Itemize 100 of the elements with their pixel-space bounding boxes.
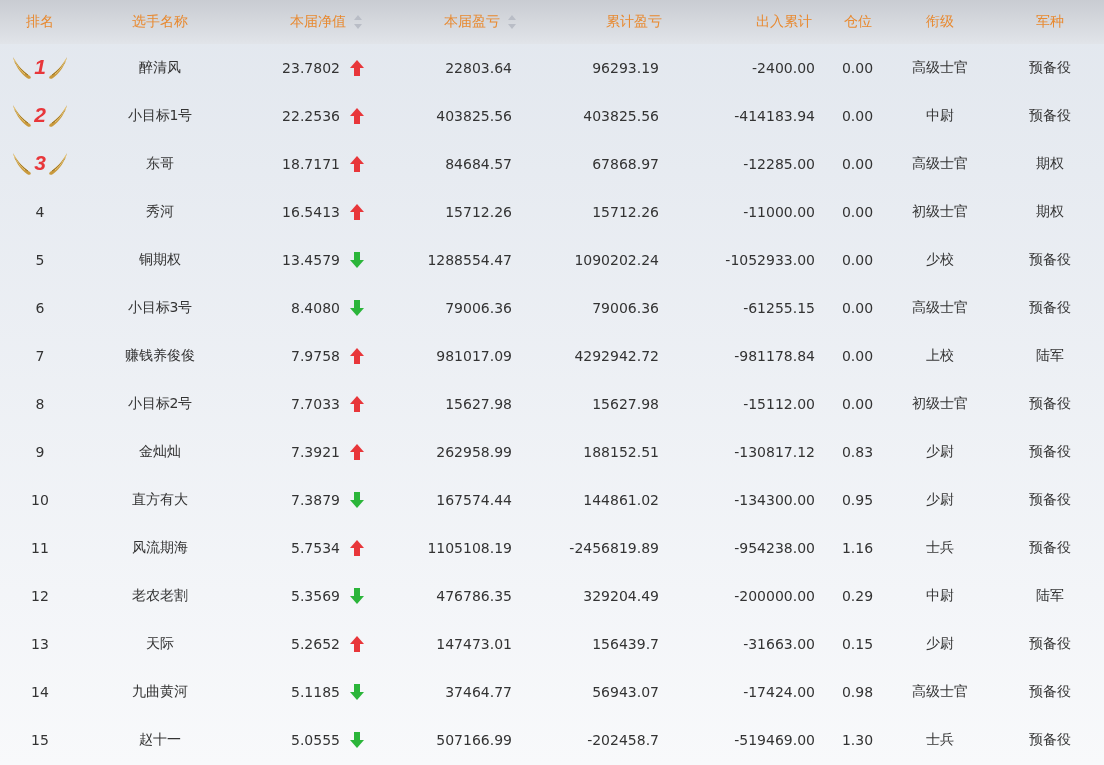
rank-title: 高级士官 (912, 155, 968, 171)
rank-number: 10 (31, 492, 49, 508)
profit-value: 22803.64 (445, 60, 512, 76)
profit-value: 167574.44 (436, 492, 512, 508)
service-branch: 预备役 (1028, 443, 1071, 459)
service-branch: 期权 (1035, 203, 1064, 219)
flow-value: -15112.00 (743, 396, 815, 412)
total-profit-value: 329204.49 (583, 588, 659, 604)
sort-icon[interactable] (508, 15, 516, 29)
profit-value: 84684.57 (445, 156, 512, 172)
total-profit-value: 4292942.72 (574, 348, 659, 364)
column-header: 选手名称 (132, 13, 188, 29)
flow-value: -31663.00 (743, 636, 815, 652)
sort-icon[interactable] (354, 15, 362, 29)
player-name: 东哥 (146, 155, 174, 171)
position-value: 0.00 (841, 108, 874, 124)
position-value: 0.00 (841, 156, 874, 172)
total-profit-value: 403825.56 (583, 108, 659, 124)
player-name: 风流期海 (132, 539, 188, 555)
column-header[interactable]: 本届净值 (290, 13, 346, 31)
total-profit-value: 15627.98 (592, 396, 659, 412)
total-profit-value: 144861.02 (583, 492, 659, 508)
service-branch: 预备役 (1028, 635, 1071, 651)
service-branch: 预备役 (1028, 491, 1071, 507)
service-branch: 预备役 (1028, 683, 1071, 699)
rank-title: 高级士官 (912, 299, 968, 315)
rank-title: 士兵 (926, 731, 954, 747)
net-value: 7.9758 (291, 348, 340, 364)
rank-number: 11 (31, 540, 49, 556)
profit-value: 981017.09 (436, 348, 512, 364)
total-profit-value: 56943.07 (592, 684, 659, 700)
rank-title: 初级士官 (912, 395, 968, 411)
net-value: 7.3921 (291, 444, 340, 460)
total-profit-value: 188152.51 (583, 444, 659, 460)
rank-number: 14 (31, 684, 49, 700)
service-branch: 预备役 (1028, 251, 1071, 267)
net-value: 5.3569 (291, 588, 340, 604)
player-name: 赵十一 (139, 731, 181, 747)
flow-value: -1052933.00 (725, 252, 815, 268)
rank-number: 2 (34, 102, 46, 127)
position-value: 0.95 (841, 492, 874, 508)
player-name: 老农老割 (132, 587, 188, 603)
rank-number: 8 (35, 396, 45, 412)
total-profit-value: 79006.36 (592, 300, 659, 316)
net-value: 5.0555 (291, 732, 340, 748)
flow-value: -954238.00 (734, 540, 815, 556)
service-branch: 预备役 (1028, 539, 1071, 555)
rank-number: 7 (35, 348, 45, 364)
net-value: 5.2652 (291, 636, 340, 652)
player-name: 小目标2号 (127, 395, 193, 411)
flow-value: -61255.15 (743, 300, 815, 316)
flow-value: -17424.00 (743, 684, 815, 700)
total-profit-value: -2456819.89 (569, 540, 659, 556)
profit-value: 37464.77 (445, 684, 512, 700)
flow-value: -981178.84 (734, 348, 815, 364)
rank-title: 中尉 (926, 107, 954, 123)
flow-value: -134300.00 (734, 492, 815, 508)
rank-title: 高级士官 (912, 59, 968, 75)
player-name: 铜期权 (139, 251, 181, 267)
net-value: 16.5413 (282, 204, 340, 220)
position-value: 0.00 (841, 396, 874, 412)
rank-number: 1 (34, 54, 46, 79)
profit-value: 147473.01 (436, 636, 512, 652)
position-value: 0.00 (841, 348, 874, 364)
player-name: 秀河 (146, 203, 174, 219)
net-value: 18.7171 (282, 156, 340, 172)
position-value: 0.00 (841, 300, 874, 316)
profit-value: 1105108.19 (427, 540, 512, 556)
player-name: 天际 (146, 635, 174, 651)
player-name: 金灿灿 (139, 443, 181, 459)
player-name: 醉清风 (139, 59, 181, 75)
rank-title: 少尉 (926, 635, 954, 651)
net-value: 7.3879 (291, 492, 340, 508)
service-branch: 预备役 (1028, 107, 1071, 123)
rank-title: 士兵 (926, 539, 954, 555)
player-name: 赚钱养俊俊 (125, 347, 195, 363)
position-value: 1.30 (841, 732, 874, 748)
profit-value: 507166.99 (436, 732, 512, 748)
position-value: 0.00 (841, 252, 874, 268)
column-header: 仓位 (843, 13, 872, 29)
column-header: 衔级 (926, 13, 954, 29)
rank-title: 中尉 (926, 587, 954, 603)
rank-title: 少尉 (926, 443, 954, 459)
rank-title: 初级士官 (912, 203, 968, 219)
column-header: 排名 (26, 13, 54, 29)
net-value: 22.2536 (282, 108, 340, 124)
player-name: 小目标3号 (127, 299, 193, 315)
total-profit-value: 67868.97 (592, 156, 659, 172)
total-profit-value: -202458.7 (587, 732, 659, 748)
rank-number: 4 (35, 204, 45, 220)
profit-value: 15712.26 (445, 204, 512, 220)
total-profit-value: 1090202.24 (574, 252, 659, 268)
profit-value: 262958.99 (436, 444, 512, 460)
service-branch: 陆军 (1035, 347, 1064, 363)
flow-value: -130817.12 (734, 444, 815, 460)
column-header[interactable]: 本届盈亏 (444, 13, 500, 31)
profit-value: 1288554.47 (427, 252, 512, 268)
profit-value: 79006.36 (445, 300, 512, 316)
rank-number: 13 (31, 636, 49, 652)
rank-title: 少尉 (926, 491, 954, 507)
